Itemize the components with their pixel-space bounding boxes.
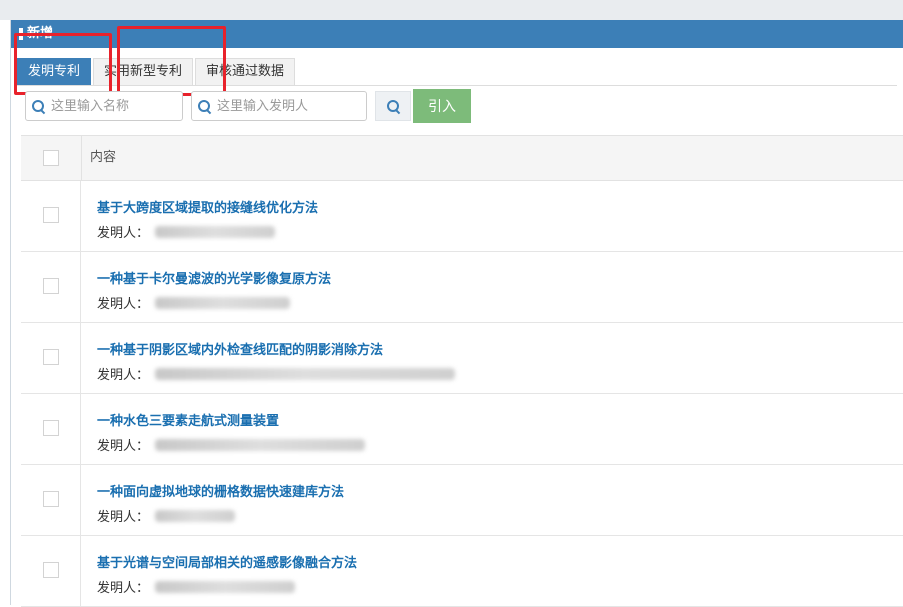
row-checkbox[interactable] [42,349,59,365]
search-icon [198,99,211,113]
redacted-inventor-names [155,367,456,380]
redacted-inventor-names [155,438,366,451]
patent-title-link[interactable]: 基于大跨度区域提取的接缝线优化方法 [97,197,318,216]
patent-title-link[interactable]: 一种基于阴影区域内外检查线匹配的阴影消除方法 [97,339,455,358]
inventor-line: 发明人： [97,435,366,454]
background-strip [0,0,903,20]
patent-title-link[interactable]: 基于光谱与空间局部相关的遥感影像融合方法 [97,552,357,571]
inventor-label: 发明人： [97,297,150,312]
inventor-line: 发明人： [97,506,344,525]
select-all-cell [21,150,81,166]
search-icon [32,99,45,113]
search-bar: 引入 [25,88,471,124]
row-checkbox[interactable] [42,420,59,436]
inventor-search-field[interactable] [191,91,367,121]
table-row: 一种面向虚拟地球的栅格数据快速建库方法 发明人： [21,465,903,536]
select-all-checkbox[interactable] [43,150,59,166]
table-row: 一种基于卡尔曼滤波的光学影像复原方法 发明人： [21,252,903,323]
inventor-line: 发明人： [97,364,456,383]
row-checkbox[interactable] [42,491,59,507]
add-dialog: 新增 发明专利 实用新型专利 审核通过数据 引入 内容 [10,20,903,607]
row-checkbox[interactable] [42,562,59,578]
column-header-content: 内容 [81,136,116,180]
redacted-inventor-names [155,225,276,238]
inventor-label: 发明人： [97,368,150,383]
table-row: 一种基于阴影区域内外检查线匹配的阴影消除方法 发明人： [21,323,903,394]
inventor-label: 发明人： [97,581,150,596]
patent-title-link[interactable]: 一种水色三要素走航式测量装置 [97,410,365,429]
redacted-inventor-names [155,580,296,593]
patent-table: 内容 基于大跨度区域提取的接缝线优化方法 发明人： 一种基于卡尔曼滤波的光学影像… [21,135,903,607]
table-row: 基于光谱与空间局部相关的遥感影像融合方法 发明人： [21,536,903,607]
highlight-box-utility [117,26,226,96]
patent-title-link[interactable]: 一种基于卡尔曼滤波的光学影像复原方法 [97,268,331,287]
inventor-search-input[interactable] [215,97,367,115]
row-checkbox[interactable] [42,207,59,223]
table-row: 基于大跨度区域提取的接缝线优化方法 发明人： [21,181,903,252]
redacted-inventor-names [155,509,236,522]
inventor-label: 发明人： [97,226,150,241]
search-button[interactable] [375,91,411,121]
inventor-line: 发明人： [97,222,318,241]
highlight-box-invention [14,33,112,95]
search-icon [386,99,400,113]
patent-title-link[interactable]: 一种面向虚拟地球的栅格数据快速建库方法 [97,481,344,500]
inventor-line: 发明人： [97,293,331,312]
inventor-line: 发明人： [97,577,357,596]
inventor-label: 发明人： [97,439,150,454]
inventor-label: 发明人： [97,510,150,525]
name-search-field[interactable] [25,91,183,121]
name-search-input[interactable] [49,97,183,115]
import-button[interactable]: 引入 [413,89,471,123]
row-checkbox[interactable] [42,278,59,294]
table-header: 内容 [21,135,903,181]
table-row: 一种水色三要素走航式测量装置 发明人： [21,394,903,465]
redacted-inventor-names [155,296,291,309]
